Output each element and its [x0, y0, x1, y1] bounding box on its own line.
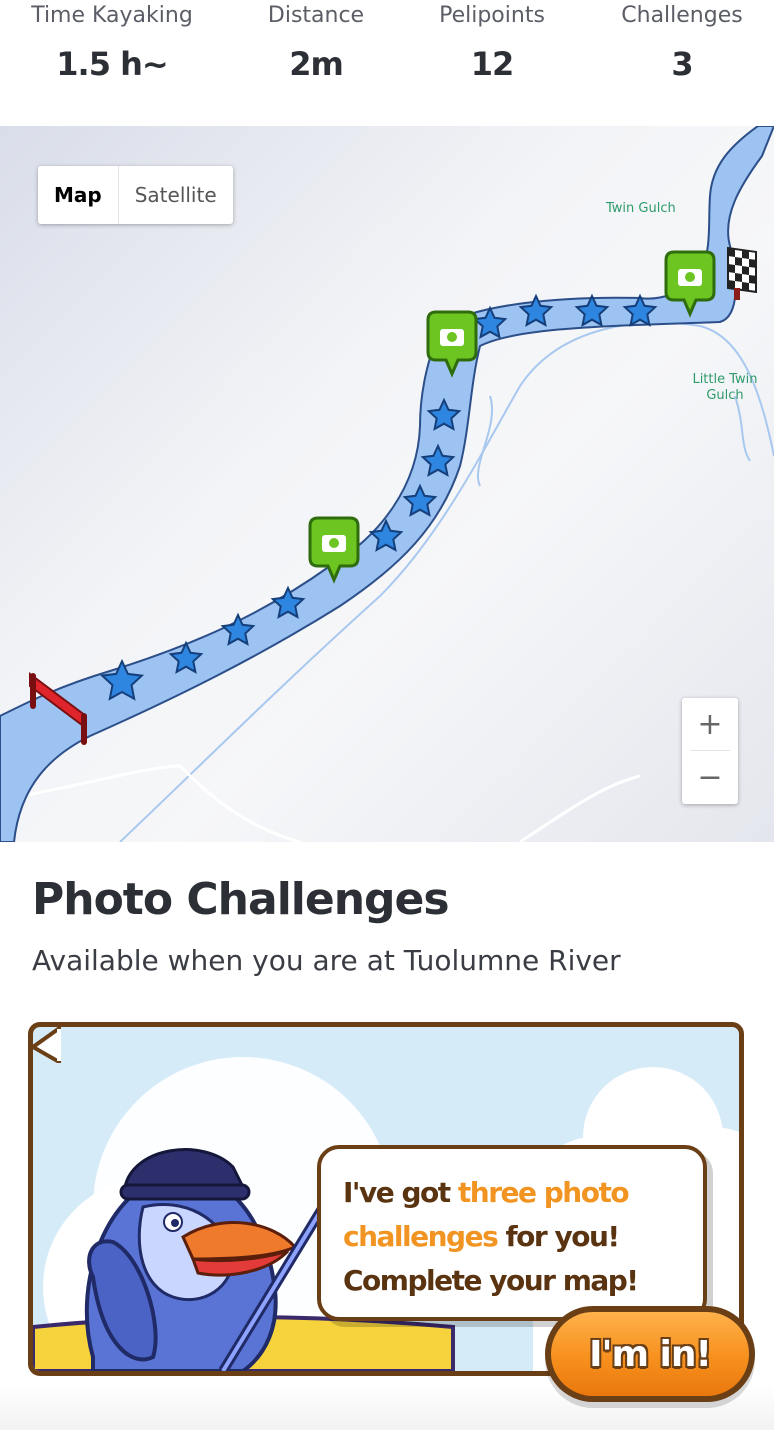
map-type-control: Map Satellite	[38, 166, 233, 224]
zoom-in-button[interactable]: +	[682, 698, 738, 750]
stat-distance: Distance 2m	[232, 0, 400, 82]
stat-label: Distance	[267, 3, 365, 28]
trail-line	[519, 774, 641, 842]
bubble-line1-prefix: I've got	[343, 1176, 458, 1209]
speech-bubble-tail	[33, 1027, 61, 1063]
stat-label: Challenges	[621, 3, 743, 28]
place-label-twin-gulch: Twin Gulch	[606, 201, 676, 216]
stat-value: 12	[470, 45, 515, 83]
bubble-line2-suffix: for you!	[497, 1220, 620, 1253]
route-stars	[99, 293, 658, 701]
zoom-out-button[interactable]: −	[682, 751, 738, 803]
map-type-satellite-button[interactable]: Satellite	[119, 166, 233, 224]
stat-time-kayaking: Time Kayaking 1.5 h~	[16, 0, 208, 82]
stat-value: 2m	[289, 45, 344, 83]
section-title: Photo Challenges	[32, 874, 450, 925]
stat-challenges: Challenges 3	[600, 0, 764, 82]
stats-bar: Time Kayaking 1.5 h~ Distance 2m Pelipoi…	[0, 0, 774, 126]
zoom-control: + −	[682, 698, 738, 804]
stat-value: 1.5 h~	[56, 45, 168, 83]
route-map[interactable]: Twin Gulch Little Twin Gulch Map Satelli…	[0, 126, 774, 842]
im-in-button[interactable]: I'm in!	[545, 1306, 755, 1402]
river	[0, 126, 774, 842]
im-in-button-label[interactable]: I'm in!	[551, 1312, 749, 1396]
stat-label: Pelipoints	[439, 3, 545, 28]
creek-line	[734, 395, 751, 462]
section-subtitle: Available when you are at Tuolumne River	[32, 944, 621, 977]
map-canvas[interactable]	[0, 126, 774, 842]
stat-label: Time Kayaking	[31, 3, 193, 28]
bubble-highlight: challenges	[343, 1220, 499, 1253]
bubble-highlight: three photo	[457, 1176, 630, 1209]
stat-value: 3	[671, 45, 693, 83]
map-type-map-button[interactable]: Map	[38, 166, 119, 224]
bubble-line3: Complete your map!	[343, 1264, 639, 1297]
speech-bubble: I've got three photo challenges for you!…	[317, 1145, 707, 1321]
place-label-little-twin-gulch: Little Twin Gulch	[692, 372, 758, 403]
stat-pelipoints: Pelipoints 12	[404, 0, 580, 82]
